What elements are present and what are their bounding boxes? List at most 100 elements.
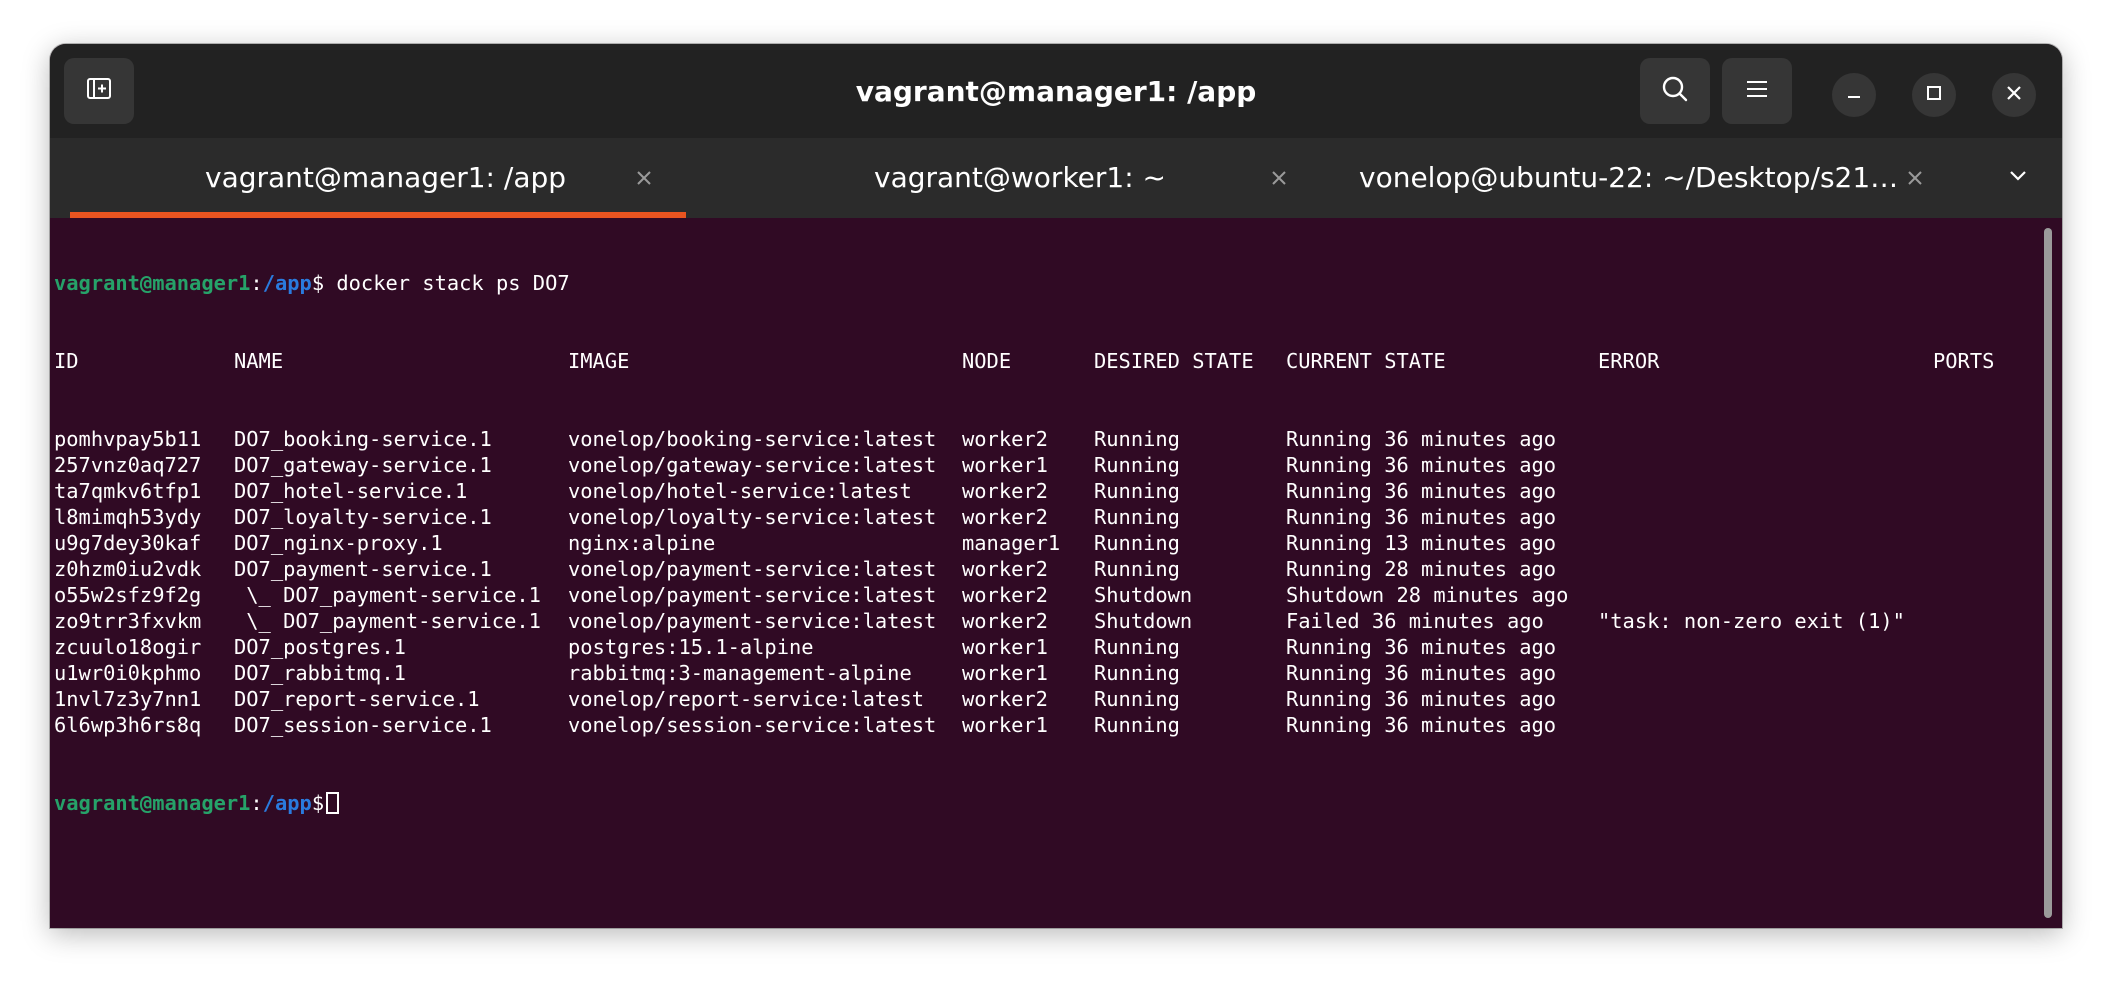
col-name: DO7_loyalty-service.1 bbox=[234, 505, 492, 529]
col-image: postgres:15.1-alpine bbox=[568, 635, 814, 659]
col-node: worker2 bbox=[962, 557, 1048, 581]
col-node: worker2 bbox=[962, 609, 1048, 633]
col-desired-state: Running bbox=[1094, 531, 1180, 555]
tab-worker1[interactable]: vagrant@worker1: ~ bbox=[686, 138, 1322, 218]
col-current-state: Running 13 minutes ago bbox=[1286, 531, 1557, 555]
col-name: DO7_gateway-service.1 bbox=[234, 453, 492, 477]
tab-close-icon[interactable] bbox=[1899, 162, 1931, 194]
table-header: ID NAME IMAGE NODE DESIRED STATE CURRENT STAT… bbox=[54, 348, 2034, 374]
col-node: worker1 bbox=[962, 453, 1048, 477]
col-current-state: Running 36 minutes ago bbox=[1286, 453, 1557, 477]
table-row: u9g7dey30kaf DO7_nginx-proxy.1 nginx:alpin… bbox=[54, 530, 2034, 556]
search-icon bbox=[1659, 73, 1691, 109]
col-current-state: Running 36 minutes ago bbox=[1286, 687, 1557, 711]
col-image: nginx:alpine bbox=[568, 531, 716, 555]
col-name: NAME bbox=[234, 349, 284, 373]
prompt-user: vagrant@manager1 bbox=[54, 271, 251, 295]
table-row: 6l6wp3h6rs8q DO7_session-service.1 vonelop… bbox=[54, 712, 2034, 738]
col-id: l8mimqh53ydy bbox=[54, 505, 202, 529]
col-name: DO7_booking-service.1 bbox=[234, 427, 492, 451]
col-id: o55w2sfz9f2g bbox=[54, 583, 202, 607]
col-id: ta7qmkv6tfp1 bbox=[54, 479, 202, 503]
prompt-separator: : bbox=[250, 791, 263, 815]
col-id: pomhvpay5b11 bbox=[54, 427, 202, 451]
tab-manager1[interactable]: vagrant@manager1: /app bbox=[50, 138, 686, 218]
col-current-state: Shutdown 28 minutes ago bbox=[1286, 583, 1569, 607]
command-line: vagrant@manager1:/app$ docker stack ps D… bbox=[54, 270, 2034, 296]
title-bar: vagrant@manager1: /app bbox=[50, 44, 2062, 138]
col-error: "task: non-zero exit (1)" bbox=[1598, 609, 1905, 633]
col-image: vonelop/booking-service:latest bbox=[568, 427, 937, 451]
tab-ubuntu-22[interactable]: vonelop@ubuntu-22: ~/Desktop/s21… bbox=[1322, 138, 1982, 218]
col-current-state: Running 36 minutes ago bbox=[1286, 661, 1557, 685]
col-node: NODE bbox=[962, 349, 1012, 373]
col-name: DO7_rabbitmq.1 bbox=[234, 661, 406, 685]
col-image: vonelop/hotel-service:latest bbox=[568, 479, 912, 503]
col-id: u1wr0i0kphmo bbox=[54, 661, 202, 685]
tab-label: vonelop@ubuntu-22: ~/Desktop/s21… bbox=[1359, 161, 1899, 194]
col-current-state: Running 36 minutes ago bbox=[1286, 505, 1557, 529]
table-row: zo9trr3fxvkm \_ DO7_payment-service.1 von… bbox=[54, 608, 2034, 634]
col-name: \_ DO7_payment-service.1 bbox=[234, 583, 541, 607]
col-node: manager1 bbox=[962, 531, 1061, 555]
col-desired-state: Running bbox=[1094, 557, 1180, 581]
menu-button[interactable] bbox=[1722, 58, 1792, 124]
task-table: pomhvpay5b11 DO7_booking-service.1 vonelop… bbox=[54, 426, 2034, 738]
search-button[interactable] bbox=[1640, 58, 1710, 124]
text-cursor bbox=[326, 792, 340, 814]
col-node: worker2 bbox=[962, 583, 1048, 607]
col-node: worker2 bbox=[962, 479, 1048, 503]
tab-close-icon[interactable] bbox=[628, 162, 660, 194]
col-image: vonelop/payment-service:latest bbox=[568, 609, 937, 633]
col-node: worker2 bbox=[962, 427, 1048, 451]
tab-list-button[interactable] bbox=[2002, 162, 2034, 194]
prompt-user: vagrant@manager1 bbox=[54, 791, 251, 815]
col-name: DO7_nginx-proxy.1 bbox=[234, 531, 443, 555]
col-desired-state: Running bbox=[1094, 505, 1180, 529]
prompt-separator: : bbox=[250, 271, 263, 295]
minimize-icon bbox=[1844, 83, 1864, 107]
col-desired-state: Shutdown bbox=[1094, 609, 1193, 633]
col-node: worker2 bbox=[962, 505, 1048, 529]
col-desired-state: Running bbox=[1094, 453, 1180, 477]
col-current-state: Running 36 minutes ago bbox=[1286, 713, 1557, 737]
col-id: 1nvl7z3y7nn1 bbox=[54, 687, 202, 711]
col-image: vonelop/gateway-service:latest bbox=[568, 453, 937, 477]
col-name: DO7_postgres.1 bbox=[234, 635, 406, 659]
table-row: zcuulo18ogir DO7_postgres.1 postgres:15.1-… bbox=[54, 634, 2034, 660]
prompt-dollar: $ bbox=[311, 271, 325, 295]
minimize-button[interactable] bbox=[1832, 73, 1876, 117]
col-current-state: Running 36 minutes ago bbox=[1286, 635, 1557, 659]
col-desired-state: Shutdown bbox=[1094, 583, 1193, 607]
col-desired-state: Running bbox=[1094, 479, 1180, 503]
maximize-icon bbox=[1924, 83, 1944, 107]
table-row: u1wr0i0kphmo DO7_rabbitmq.1 rabbitmq:3-man… bbox=[54, 660, 2034, 686]
terminal-output[interactable]: vagrant@manager1:/app$ docker stack ps D… bbox=[54, 218, 2034, 924]
close-icon bbox=[2004, 83, 2024, 107]
col-image: vonelop/report-service:latest bbox=[568, 687, 925, 711]
col-current-state: Running 36 minutes ago bbox=[1286, 427, 1557, 451]
maximize-button[interactable] bbox=[1912, 73, 1956, 117]
table-row: ta7qmkv6tfp1 DO7_hotel-service.1 vonelop/h… bbox=[54, 478, 2034, 504]
col-current-state: CURRENT STATE bbox=[1286, 349, 1446, 373]
table-row: o55w2sfz9f2g \_ DO7_payment-service.1 von… bbox=[54, 582, 2034, 608]
prompt-line: vagrant@manager1:/app$ bbox=[54, 790, 2034, 816]
command-text: docker stack ps DO7 bbox=[324, 271, 570, 295]
close-window-button[interactable] bbox=[1992, 73, 2036, 117]
col-name: DO7_report-service.1 bbox=[234, 687, 480, 711]
col-image: rabbitmq:3-management-alpine bbox=[568, 661, 912, 685]
col-name: DO7_hotel-service.1 bbox=[234, 479, 468, 503]
col-id: zcuulo18ogir bbox=[54, 635, 202, 659]
tab-close-icon[interactable] bbox=[1263, 162, 1295, 194]
col-desired-state: Running bbox=[1094, 427, 1180, 451]
col-id: 257vnz0aq727 bbox=[54, 453, 202, 477]
col-id: z0hzm0iu2vdk bbox=[54, 557, 202, 581]
col-node: worker1 bbox=[962, 635, 1048, 659]
scrollbar[interactable] bbox=[2044, 228, 2052, 918]
prompt-path: /app bbox=[262, 271, 312, 295]
col-current-state: Running 36 minutes ago bbox=[1286, 479, 1557, 503]
col-desired-state: Running bbox=[1094, 687, 1180, 711]
col-desired-state: DESIRED STATE bbox=[1094, 349, 1254, 373]
prompt-path: /app bbox=[262, 791, 312, 815]
table-row: z0hzm0iu2vdk DO7_payment-service.1 vonelop… bbox=[54, 556, 2034, 582]
